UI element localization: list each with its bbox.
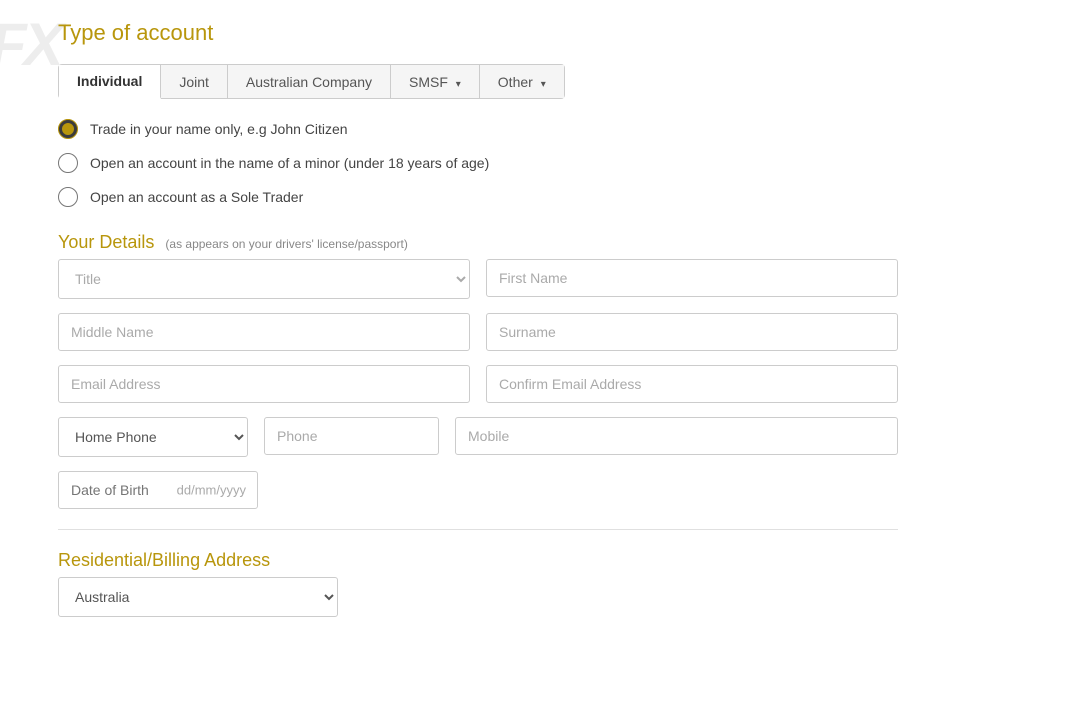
middlename-field — [58, 313, 470, 351]
surname-field — [486, 313, 898, 351]
tab-individual[interactable]: Individual — [59, 65, 161, 99]
residential-address-section: Residential/Billing Address Australia Un… — [58, 550, 898, 617]
confirm-email-field — [486, 365, 898, 403]
radio-trade-name[interactable] — [58, 119, 78, 139]
dob-field: dd/mm/yyyy — [58, 471, 258, 509]
dob-row: dd/mm/yyyy — [58, 471, 898, 509]
middlename-surname-row — [58, 313, 898, 351]
dob-input[interactable] — [58, 471, 258, 509]
title-firstname-row: Title Mr Mrs Ms Dr Prof — [58, 259, 898, 299]
tab-smsf[interactable]: SMSF ▾ — [391, 65, 480, 98]
other-dropdown-arrow: ▾ — [541, 79, 546, 90]
page-title: Type of account — [58, 20, 898, 46]
middlename-input[interactable] — [58, 313, 470, 351]
surname-input[interactable] — [486, 313, 898, 351]
your-details-title: Your Details (as appears on your drivers… — [58, 232, 898, 253]
tab-joint[interactable]: Joint — [161, 65, 228, 98]
country-select[interactable]: Australia United States United Kingdom N… — [58, 577, 338, 617]
confirm-email-input[interactable] — [486, 365, 898, 403]
country-field: Australia United States United Kingdom N… — [58, 577, 338, 617]
tab-australian-company[interactable]: Australian Company — [228, 65, 391, 98]
your-details-section: Your Details (as appears on your drivers… — [58, 232, 898, 509]
title-field: Title Mr Mrs Ms Dr Prof — [58, 259, 470, 299]
radio-item-minor[interactable]: Open an account in the name of a minor (… — [58, 153, 898, 173]
phone-number-field — [264, 417, 439, 457]
radio-sole-trader-label: Open an account as a Sole Trader — [90, 189, 303, 205]
tab-other[interactable]: Other ▾ — [480, 65, 564, 98]
phone-type-select[interactable]: Home Phone Work Phone Other — [58, 417, 248, 457]
residential-address-title: Residential/Billing Address — [58, 550, 898, 571]
country-row: Australia United States United Kingdom N… — [58, 577, 898, 617]
email-row — [58, 365, 898, 403]
radio-item-trade-name[interactable]: Trade in your name only, e.g John Citize… — [58, 119, 898, 139]
radio-trade-name-label: Trade in your name only, e.g John Citize… — [90, 121, 348, 137]
mobile-input[interactable] — [455, 417, 898, 455]
account-type-tabs: Individual Joint Australian Company SMSF… — [58, 64, 565, 99]
account-radio-group: Trade in your name only, e.g John Citize… — [58, 119, 898, 207]
email-input[interactable] — [58, 365, 470, 403]
radio-minor[interactable] — [58, 153, 78, 173]
mobile-field — [455, 417, 898, 457]
your-details-subtitle: (as appears on your drivers' license/pas… — [165, 237, 407, 251]
phone-type-field: Home Phone Work Phone Other — [58, 417, 248, 457]
phone-row: Home Phone Work Phone Other — [58, 417, 898, 457]
radio-minor-label: Open an account in the name of a minor (… — [90, 155, 489, 171]
title-select[interactable]: Title Mr Mrs Ms Dr Prof — [58, 259, 470, 299]
firstname-input[interactable] — [486, 259, 898, 297]
phone-number-input[interactable] — [264, 417, 439, 455]
email-field — [58, 365, 470, 403]
section-divider — [58, 529, 898, 530]
smsf-dropdown-arrow: ▾ — [456, 79, 461, 90]
radio-sole-trader[interactable] — [58, 187, 78, 207]
main-content: Type of account Individual Joint Austral… — [28, 0, 928, 637]
firstname-field — [486, 259, 898, 299]
radio-item-sole-trader[interactable]: Open an account as a Sole Trader — [58, 187, 898, 207]
